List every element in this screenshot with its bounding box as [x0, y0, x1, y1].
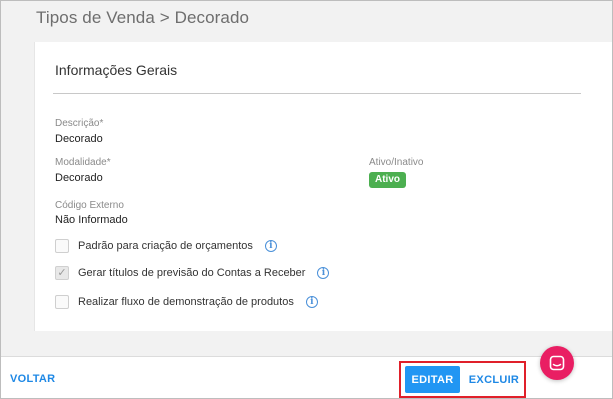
ativo-label: Ativo/Inativo — [369, 157, 424, 168]
info-icon[interactable]: i — [305, 296, 318, 308]
checkbox-row-demonstracao: Realizar fluxo de demonstração de produt… — [55, 293, 318, 311]
info-icon[interactable]: i — [317, 267, 330, 279]
descricao-label: Descrição* — [55, 118, 104, 129]
codigo-externo-label: Código Externo — [55, 200, 124, 211]
info-icon[interactable]: i — [264, 240, 277, 252]
modalidade-value: Decorado — [55, 172, 103, 184]
page-title: Tipos de Venda > Decorado — [36, 8, 250, 27]
checkbox-titulos-label: Gerar títulos de previsão do Contas a Re… — [78, 267, 306, 279]
checkbox-row-titulos: ✓ Gerar títulos de previsão do Contas a … — [55, 264, 330, 282]
chat-button[interactable] — [540, 346, 574, 380]
descricao-value: Decorado — [55, 133, 103, 145]
footer-bar: VOLTAR EDITAR EXCLUIR — [0, 356, 613, 399]
general-info-card: Informações Gerais Descrição* Decorado M… — [34, 42, 612, 331]
codigo-externo-value: Não Informado — [55, 214, 128, 226]
section-title: Informações Gerais — [55, 62, 178, 78]
section-divider — [53, 93, 581, 94]
delete-button[interactable]: EXCLUIR — [466, 366, 522, 393]
checkbox-row-orcamentos: Padrão para criação de orçamentos i — [55, 237, 277, 255]
chat-icon — [549, 355, 565, 371]
checkbox-orcamentos-label: Padrão para criação de orçamentos — [78, 240, 253, 252]
back-button[interactable]: VOLTAR — [10, 373, 55, 385]
checkbox-demonstracao[interactable] — [55, 295, 69, 309]
status-badge: Ativo — [369, 172, 406, 188]
modalidade-label: Modalidade* — [55, 157, 111, 168]
checkbox-demonstracao-label: Realizar fluxo de demonstração de produt… — [78, 296, 294, 308]
checkbox-titulos[interactable]: ✓ — [55, 266, 69, 280]
checkbox-orcamentos[interactable] — [55, 239, 69, 253]
edit-button[interactable]: EDITAR — [405, 366, 460, 393]
